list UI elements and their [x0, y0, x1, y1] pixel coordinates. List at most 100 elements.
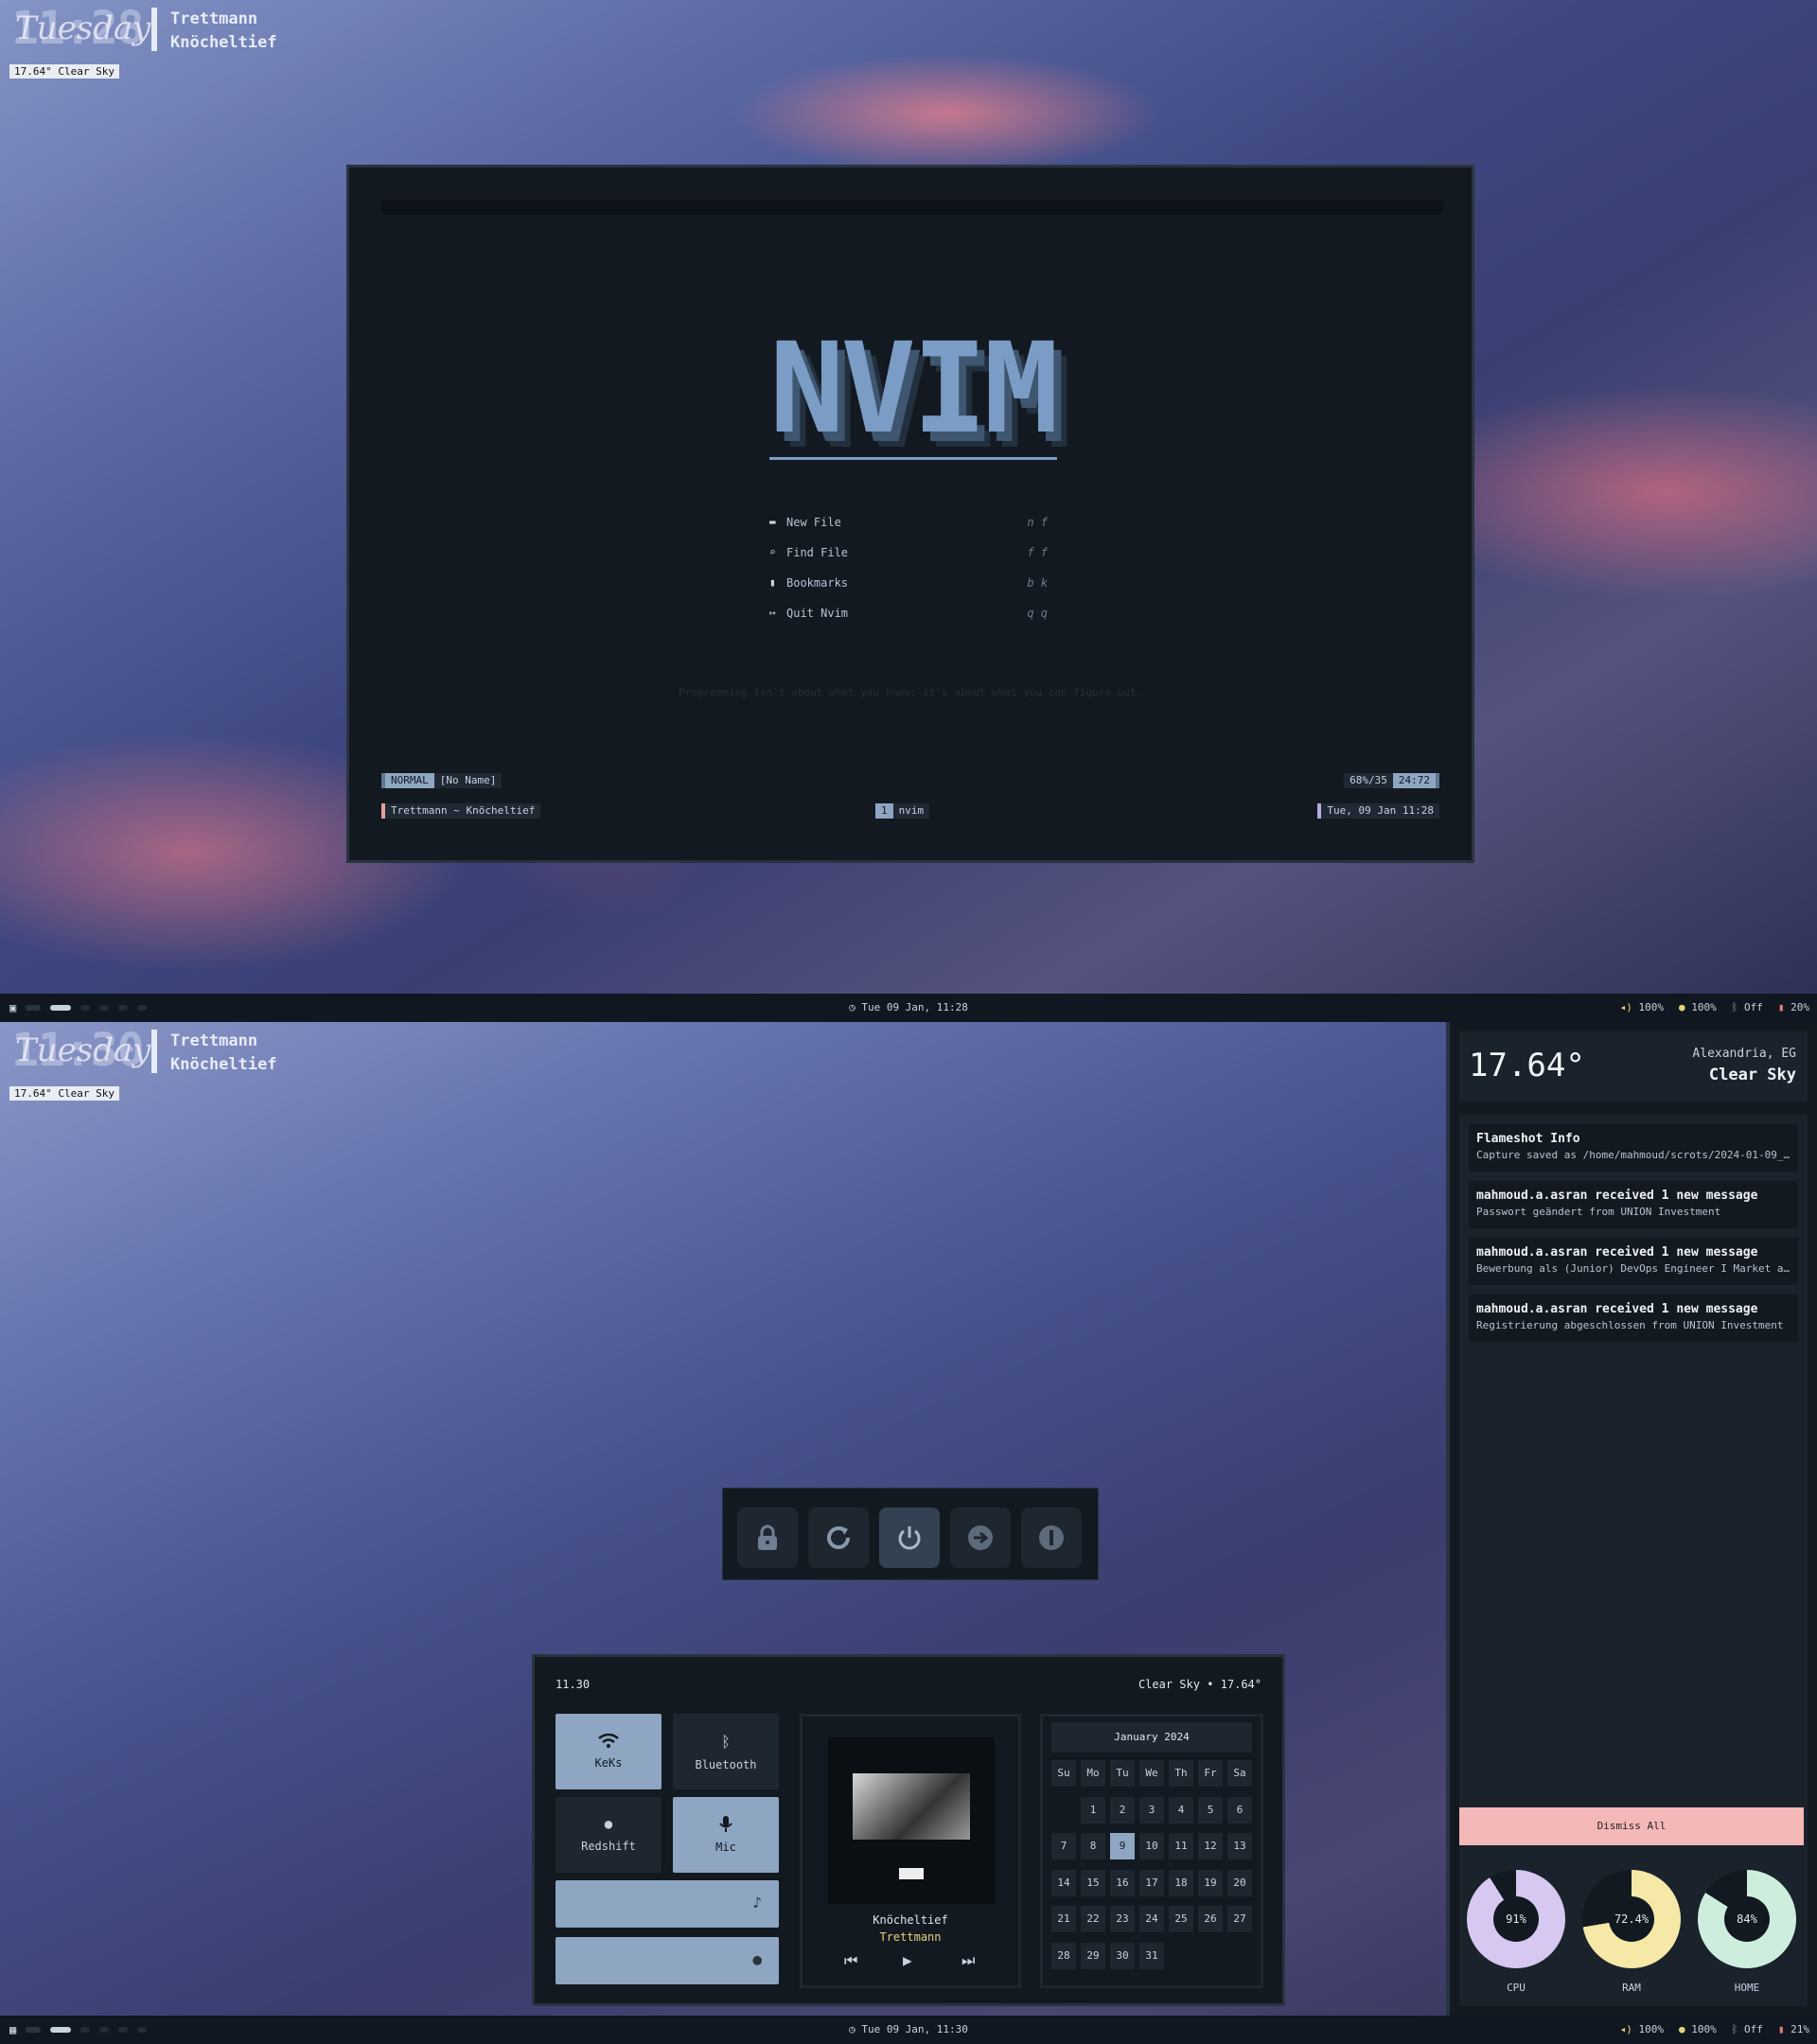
suspend-button[interactable] — [1021, 1507, 1082, 1568]
previous-icon[interactable]: ⏮ — [844, 1951, 857, 1970]
calendar-day[interactable]: 20 — [1227, 1869, 1252, 1896]
menu-item-new-file[interactable]: ▬ New File n f — [769, 516, 1053, 546]
calendar-day[interactable]: 29 — [1081, 1942, 1105, 1969]
nvim-logo-underline — [769, 457, 1057, 460]
notification-title: mahmoud.a.asran received 1 new message — [1476, 1189, 1758, 1203]
battery-icon: ▮ — [1777, 2023, 1791, 2035]
calendar-weekday: Tu — [1110, 1760, 1135, 1787]
folder-icon: ▬ — [769, 516, 776, 528]
menu-item-find-file[interactable]: ⌕ Find File f f — [769, 546, 1053, 576]
volume-icon: ◂) — [1619, 1001, 1639, 1013]
calendar-day[interactable]: 12 — [1198, 1833, 1223, 1859]
tmux-session: Trettmann ~ Knöcheltief — [381, 803, 541, 819]
bar-clock[interactable]: ◷ Tue 09 Jan, 11:30 — [0, 2023, 1817, 2035]
menu-item-bookmarks[interactable]: ▮ Bookmarks b k — [769, 576, 1053, 607]
gauge-value: 72.4% — [1609, 1896, 1654, 1942]
gauge-ring: 91% — [1467, 1870, 1565, 1968]
nvim-window[interactable]: NVIM ▬ New File n f ⌕ Find File f f ▮ Bo… — [346, 165, 1474, 863]
reboot-button[interactable] — [808, 1507, 869, 1568]
calendar-day[interactable]: 11 — [1169, 1833, 1193, 1859]
calendar-day[interactable]: 5 — [1198, 1796, 1223, 1824]
calendar-day[interactable]: 27 — [1227, 1906, 1252, 1932]
logout-button[interactable] — [950, 1507, 1011, 1568]
bluetooth-status[interactable]: ᛒ Off — [1732, 2023, 1763, 2035]
calendar-day[interactable]: 16 — [1110, 1869, 1135, 1896]
calendar-day[interactable]: 17 — [1139, 1869, 1164, 1896]
calendar-day[interactable]: 10 — [1139, 1833, 1164, 1859]
calendar-day[interactable]: 14 — [1051, 1869, 1076, 1896]
bulb-icon: ● — [1679, 1001, 1692, 1013]
calendar-weekday: We — [1139, 1760, 1164, 1787]
bar-clock[interactable]: ◷ Tue 09 Jan, 11:28 — [0, 1001, 1817, 1013]
calendar-day[interactable]: 18 — [1169, 1869, 1193, 1896]
calendar-day[interactable]: 1 — [1081, 1796, 1105, 1824]
play-icon[interactable]: ▶ — [903, 1951, 912, 1969]
redshift-toggle[interactable]: ● Redshift — [556, 1797, 662, 1873]
mic-toggle[interactable]: Mic — [673, 1797, 779, 1873]
calendar-day[interactable]: 26 — [1198, 1906, 1223, 1932]
dashboard-time: 11.30 — [556, 1678, 591, 1691]
bar-status: ◂) 100% ● 100% ᛒ Off ▮ 21% — [1620, 2023, 1809, 2035]
calendar-day[interactable]: 13 — [1227, 1833, 1252, 1859]
battery-status[interactable]: ▮ 20% — [1778, 1001, 1809, 1013]
calendar-day[interactable]: 21 — [1051, 1906, 1076, 1932]
cpu-gauge: 91% CPU — [1467, 1870, 1565, 1994]
calendar-day[interactable]: 19 — [1198, 1869, 1223, 1896]
calendar-day[interactable]: 24 — [1139, 1906, 1164, 1932]
notification[interactable]: mahmoud.a.asran received 1 new message P… — [1469, 1181, 1798, 1228]
notification[interactable]: Flameshot Info Capture saved as /home/ma… — [1469, 1124, 1798, 1172]
brightness-slider[interactable]: ● — [556, 1937, 779, 1984]
calendar: January 2024 Su Mo Tu We Th Fr Sa 1 2 3 4 5 6 7 8 9 10 11… — [1040, 1714, 1263, 1988]
calendar-day[interactable]: 31 — [1139, 1942, 1164, 1969]
bulb-icon: ● — [604, 1817, 613, 1832]
gauge-ring: 84% — [1698, 1870, 1796, 1968]
menu-item-quit[interactable]: ↦ Quit Nvim q q — [769, 607, 1053, 637]
calendar-weekday: Mo — [1081, 1760, 1105, 1787]
bluetooth-toggle[interactable]: ᛒ Bluetooth — [673, 1714, 779, 1789]
mic-label: Mic — [715, 1841, 736, 1854]
brightness-status[interactable]: ● 100% — [1679, 2023, 1717, 2035]
calendar-day[interactable]: 3 — [1139, 1796, 1164, 1824]
nvim-logo: NVIM — [769, 326, 1059, 460]
weather-badge: 17.64° Clear Sky — [9, 1086, 119, 1101]
notification[interactable]: mahmoud.a.asran received 1 new message R… — [1469, 1295, 1798, 1342]
calendar-day[interactable]: 30 — [1110, 1942, 1135, 1969]
volume-status[interactable]: ◂) 100% — [1620, 2023, 1664, 2035]
dismiss-all-button[interactable]: Dismiss All — [1459, 1807, 1804, 1845]
calendar-day[interactable]: 8 — [1081, 1833, 1105, 1859]
mode-indicator: NORMAL — [385, 773, 434, 788]
calendar-weekday: Th — [1169, 1760, 1193, 1787]
redshift-label: Redshift — [581, 1840, 636, 1853]
calendar-day[interactable]: 22 — [1081, 1906, 1105, 1932]
volume-slider[interactable]: ♪ — [556, 1880, 779, 1928]
music-note-icon: ♪ — [752, 1894, 762, 1912]
calendar-day[interactable]: 6 — [1227, 1796, 1252, 1824]
menu-item-key: f f — [1027, 546, 1048, 559]
bluetooth-status[interactable]: ᛒ Off — [1732, 1001, 1763, 1013]
calendar-day[interactable]: 4 — [1169, 1796, 1193, 1824]
notification[interactable]: mahmoud.a.asran received 1 new message B… — [1469, 1238, 1798, 1285]
calendar-day[interactable]: 7 — [1051, 1833, 1076, 1859]
volume-status[interactable]: ◂) 100% — [1620, 1001, 1664, 1013]
brightness-status[interactable]: ● 100% — [1679, 1001, 1717, 1013]
bookmark-icon: ▮ — [769, 576, 776, 589]
notification-body: Passwort geändert from UNION Investment — [1476, 1206, 1721, 1218]
menu-item-key: q q — [1027, 607, 1048, 620]
battery-status[interactable]: ▮ 21% — [1778, 2023, 1809, 2035]
gauge-label: HOME — [1734, 1982, 1760, 1994]
ram-gauge: 72.4% RAM — [1582, 1870, 1681, 1994]
calendar-day[interactable]: 9 — [1110, 1833, 1135, 1859]
tmux-datetime-text: Tue, 09 Jan 11:28 — [1321, 803, 1439, 819]
calendar-day[interactable]: 28 — [1051, 1942, 1076, 1969]
calendar-day[interactable]: 23 — [1110, 1906, 1135, 1932]
shutdown-button[interactable] — [879, 1507, 940, 1568]
calendar-day[interactable]: 15 — [1081, 1869, 1105, 1896]
calendar-day[interactable]: 2 — [1110, 1796, 1135, 1824]
clock-icon: ◷ — [849, 1001, 862, 1013]
wifi-toggle[interactable]: KeKs — [556, 1714, 662, 1789]
tmux-window[interactable]: 1 nvim — [875, 803, 930, 819]
calendar-day[interactable]: 25 — [1169, 1906, 1193, 1932]
cursor-position: 24:72 — [1392, 773, 1436, 788]
next-icon[interactable]: ⏭ — [961, 1951, 975, 1970]
lock-button[interactable] — [737, 1507, 798, 1568]
